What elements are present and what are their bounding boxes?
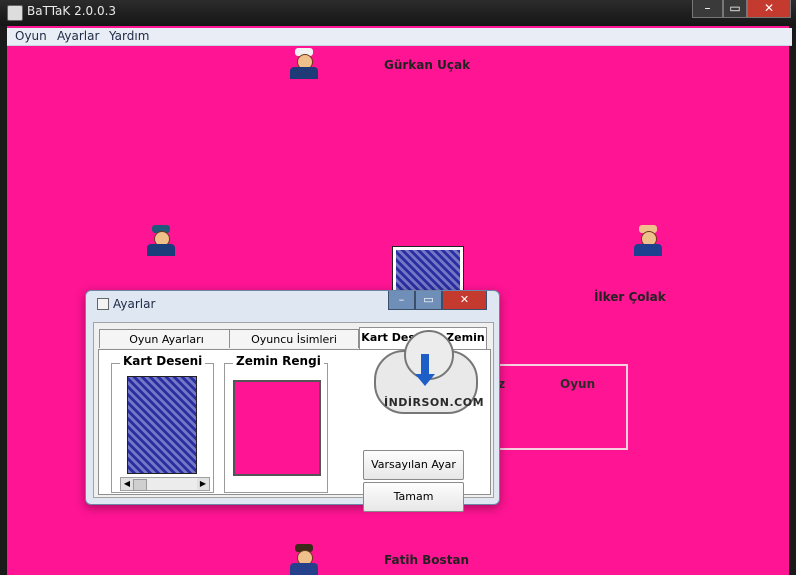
player-name-bottom: Fatih Bostan (384, 553, 470, 567)
dialog-title: Ayarlar (97, 297, 155, 311)
window-frame-right (789, 26, 796, 575)
title-bar[interactable]: BaTTaK 2.0.0.3 – ▭ ✕ (0, 0, 796, 26)
player-avatar-bottom (287, 541, 321, 575)
group-background-color-label: Zemin Rengi (233, 354, 324, 368)
group-card-pattern-label: Kart Deseni (120, 354, 206, 368)
minimize-icon: – (704, 1, 711, 15)
ok-button[interactable]: Tamam (363, 482, 464, 512)
dialog-icon (97, 298, 109, 310)
player-name-right: İlker Çolak (594, 290, 666, 304)
background-color-swatch[interactable] (233, 380, 321, 476)
window-title: BaTTaK 2.0.0.3 (27, 4, 117, 18)
watermark-text: İNDİRSON.COM (384, 396, 485, 409)
close-button[interactable]: ✕ (747, 0, 791, 18)
dialog-minimize-button[interactable]: – (388, 291, 415, 310)
dialog-maximize-button[interactable]: ▭ (415, 291, 442, 310)
minimize-button[interactable]: – (692, 0, 723, 18)
maximize-button[interactable]: ▭ (723, 0, 747, 18)
menu-ayarlar[interactable]: Ayarlar (57, 29, 99, 43)
menu-oyun[interactable]: Oyun (15, 29, 47, 43)
scroll-thumb[interactable] (133, 479, 147, 491)
tab-oyuncu-isimleri[interactable]: Oyuncu İsimleri (229, 329, 359, 348)
window-frame-left (0, 26, 7, 575)
reset-button[interactable]: Varsayılan Ayar (363, 450, 464, 480)
player-avatar-left (144, 222, 178, 256)
card-pattern-preview[interactable] (127, 376, 197, 474)
scroll-right-icon[interactable]: ▶ (197, 478, 209, 490)
player-avatar-right (631, 222, 665, 256)
watermark-logo: İNDİRSON.COM (374, 330, 484, 418)
menu-bar: Oyun Ayarlar Yardım (7, 28, 792, 46)
player-name-top: Gürkan Uçak (384, 58, 471, 72)
app-icon (7, 5, 23, 21)
player-avatar-top (287, 45, 321, 79)
card-pattern-scrollbar[interactable]: ◀ ▶ (120, 477, 210, 491)
group-background-color: Zemin Rengi (224, 354, 328, 493)
card-pattern (396, 250, 460, 292)
maximize-icon: ▭ (729, 1, 741, 15)
scroll-left-icon[interactable]: ◀ (121, 478, 133, 490)
tab-oyun-ayarlari[interactable]: Oyun Ayarları (99, 329, 234, 348)
table-card-back[interactable] (392, 246, 464, 296)
download-arrow-icon (415, 354, 435, 386)
group-card-pattern: Kart Deseni ◀ ▶ (111, 354, 214, 493)
score-label-2: Oyun (560, 377, 596, 391)
close-icon: ✕ (763, 1, 775, 15)
menu-yardim[interactable]: Yardım (109, 29, 149, 43)
dialog-close-button[interactable]: ✕ (442, 291, 487, 310)
